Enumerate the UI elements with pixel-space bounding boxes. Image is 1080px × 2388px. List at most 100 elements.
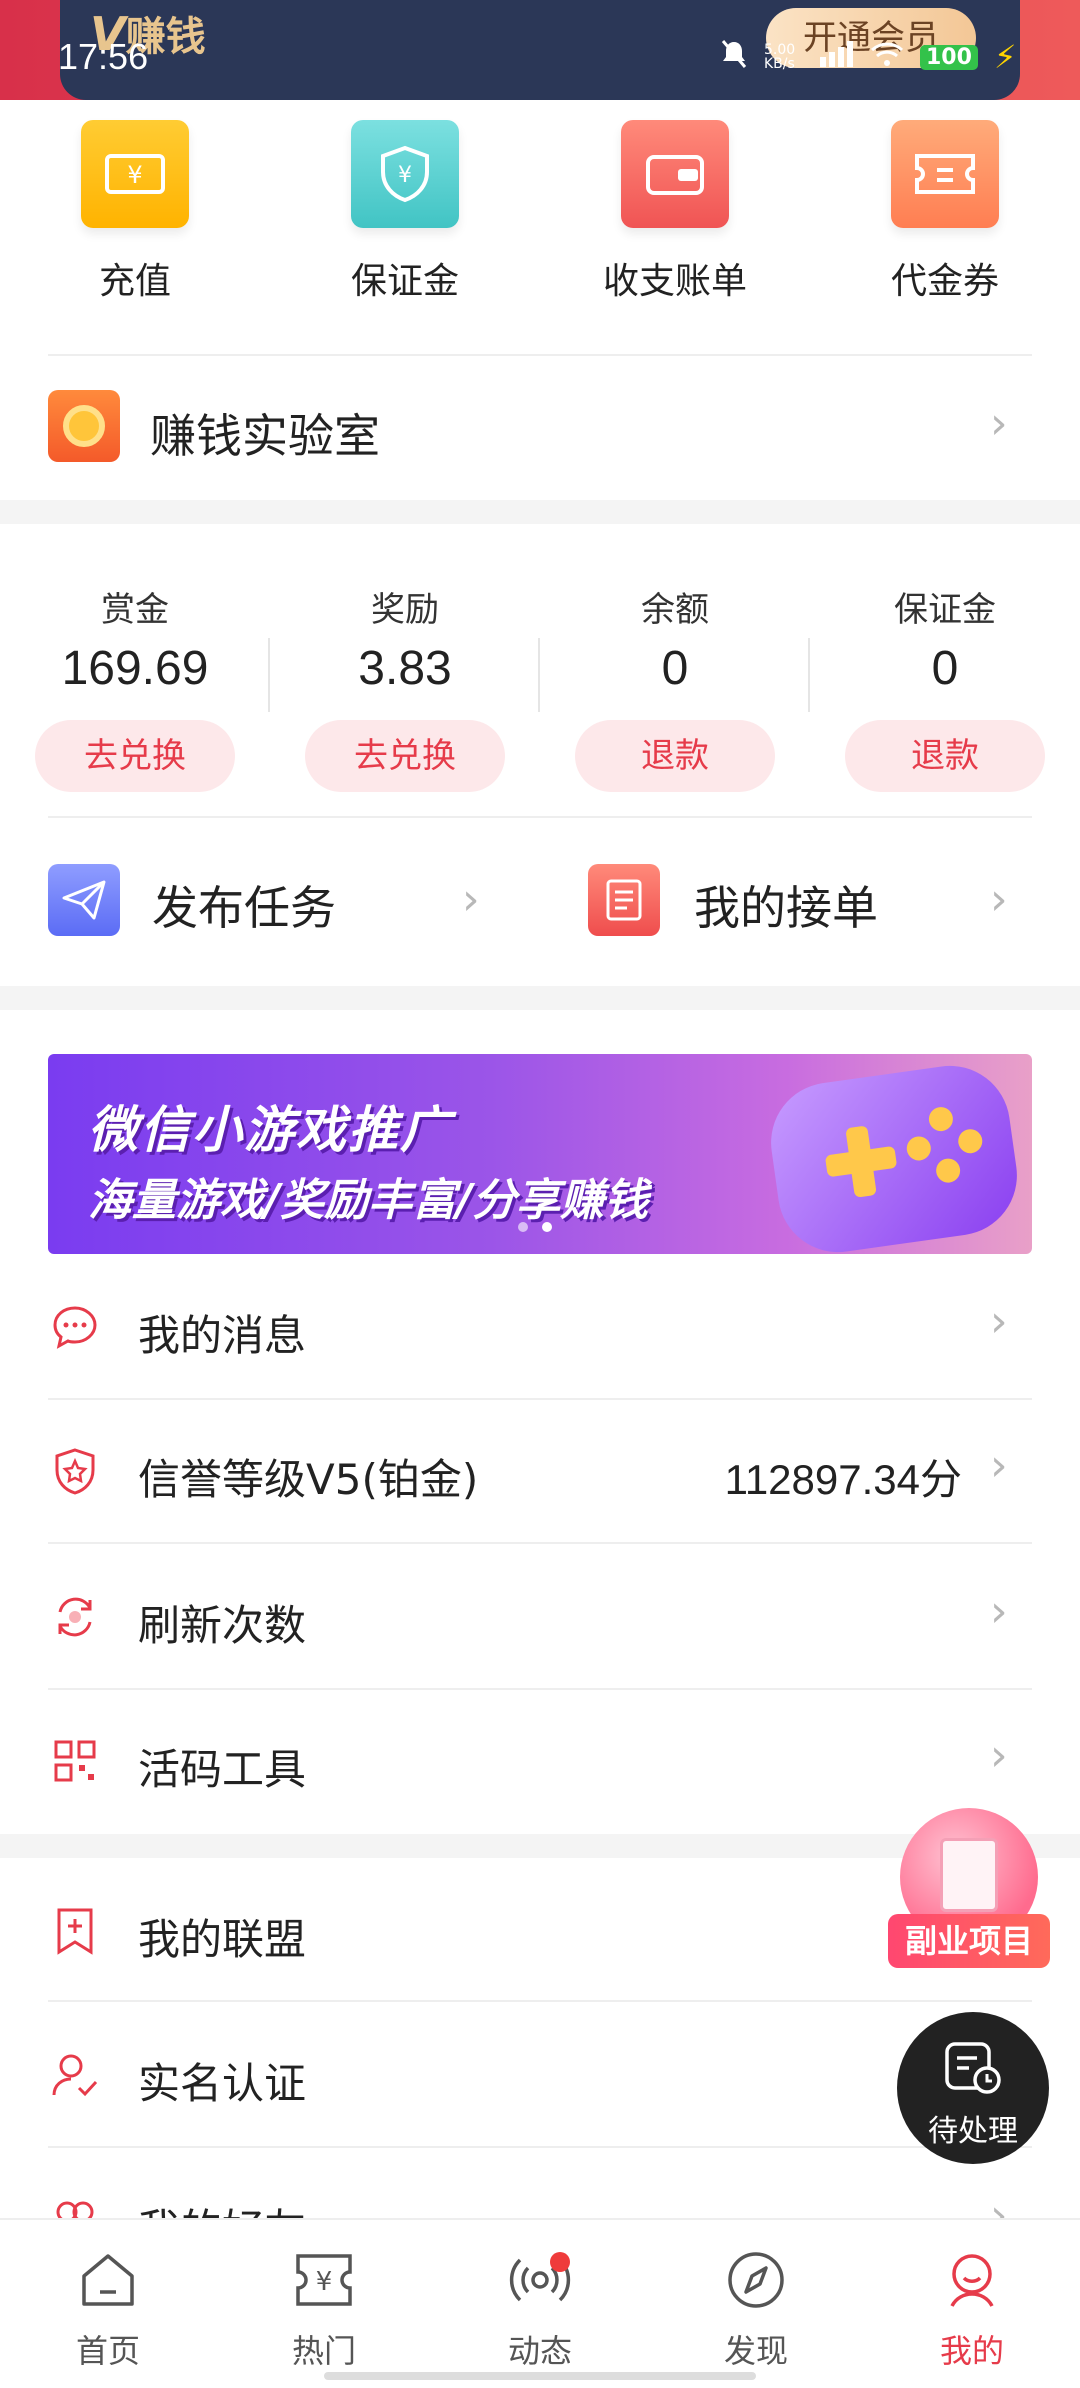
notification-dot bbox=[550, 2252, 570, 2272]
shield-yen-icon: ¥ bbox=[351, 120, 459, 228]
quick-bills-label: 收支账单 bbox=[602, 261, 747, 302]
wallet-icon bbox=[621, 120, 729, 228]
stat-label: 奖励 bbox=[371, 590, 439, 630]
divider bbox=[48, 1542, 1032, 1544]
chevron-right-icon: › bbox=[990, 398, 1008, 449]
nav-hot[interactable]: ¥ 热门 bbox=[216, 2220, 432, 2388]
chevron-right-icon: › bbox=[990, 874, 1008, 925]
menu-label: 活码工具 bbox=[138, 1745, 307, 1794]
divider bbox=[48, 2000, 1032, 2002]
stat-label: 赏金 bbox=[101, 590, 169, 630]
menu-label: 我的联盟 bbox=[138, 1915, 307, 1964]
nav-label: 发现 bbox=[723, 2332, 788, 2370]
quick-recharge[interactable]: ¥ 充值 bbox=[0, 120, 270, 320]
menu-label: 我的消息 bbox=[138, 1311, 307, 1360]
menu-refresh-count[interactable]: 刷新次数 › bbox=[0, 1546, 1080, 1690]
broadcast-icon bbox=[508, 2248, 572, 2312]
my-orders-label: 我的接单 bbox=[694, 881, 878, 935]
quick-deposit-label: 保证金 bbox=[350, 261, 459, 302]
chevron-right-icon: › bbox=[990, 1440, 1008, 1491]
stat-value: 0 bbox=[661, 642, 689, 695]
side-project-float[interactable]: 副业项目 bbox=[888, 1808, 1050, 1978]
net-speed: 5.00 KB/s bbox=[764, 42, 796, 72]
lab-label: 赚钱实验室 bbox=[150, 409, 380, 463]
stats-row: 赏金 169.69 去兑换 奖励 3.83 去兑换 余额 0 退款 保证金 0 … bbox=[0, 570, 1080, 792]
publish-task-label: 发布任务 bbox=[152, 881, 336, 935]
stat-value: 3.83 bbox=[358, 642, 452, 695]
battery-level: 100 bbox=[920, 44, 978, 70]
redeem-bounty-button[interactable]: 去兑换 bbox=[35, 720, 235, 792]
pending-label: 待处理 bbox=[928, 2114, 1018, 2149]
divider bbox=[48, 354, 1032, 356]
refresh-icon bbox=[50, 1592, 100, 1642]
lab-row[interactable]: 赚钱实验室 › bbox=[0, 358, 1080, 498]
coin-icon bbox=[48, 390, 120, 462]
checklist-icon bbox=[588, 864, 660, 936]
document-icon bbox=[940, 1838, 998, 1912]
bottom-nav: 首页 ¥ 热门 动态 发现 我的 bbox=[0, 2218, 1080, 2388]
divider bbox=[48, 2146, 1032, 2148]
stat-balance: 余额 0 退款 bbox=[540, 570, 810, 792]
chevron-right-icon: › bbox=[990, 1586, 1008, 1637]
svg-text:¥: ¥ bbox=[127, 161, 142, 189]
svg-text:¥: ¥ bbox=[316, 2267, 333, 2297]
nav-home[interactable]: 首页 bbox=[0, 2220, 216, 2388]
svg-text:¥: ¥ bbox=[398, 163, 412, 188]
chevron-right-icon: › bbox=[990, 1296, 1008, 1347]
quick-coupons-label: 代金券 bbox=[890, 261, 999, 302]
nav-discover[interactable]: 发现 bbox=[648, 2220, 864, 2388]
charging-icon: ⚡ bbox=[993, 38, 1017, 76]
banner-title: 微信小游戏推广 bbox=[88, 1101, 452, 1159]
credit-score: 112897.34分 bbox=[724, 1456, 962, 1503]
user-check-icon bbox=[50, 2050, 100, 2100]
quick-actions: ¥ 充值 ¥ 保证金 收支账单 代金券 bbox=[0, 120, 1080, 320]
menu-credit-level[interactable]: 信誉等级V5(铂金) 112897.34分 › bbox=[0, 1400, 1080, 1544]
section-gap bbox=[0, 500, 1080, 524]
yen-ticket-icon: ¥ bbox=[81, 120, 189, 228]
quick-bills[interactable]: 收支账单 bbox=[540, 120, 810, 320]
home-indicator[interactable] bbox=[324, 2372, 756, 2380]
nav-activity[interactable]: 动态 bbox=[432, 2220, 648, 2388]
paper-plane-icon bbox=[48, 864, 120, 936]
pending-float-button[interactable]: 待处理 bbox=[897, 2012, 1049, 2164]
stat-label: 保证金 bbox=[894, 590, 996, 630]
qrcode-icon bbox=[50, 1736, 100, 1786]
task-row: 发布任务 › 我的接单 › bbox=[0, 830, 1080, 970]
refund-deposit-button[interactable]: 退款 bbox=[845, 720, 1045, 792]
coupon-icon bbox=[891, 120, 999, 228]
home-icon bbox=[76, 2248, 140, 2312]
stat-deposit: 保证金 0 退款 bbox=[810, 570, 1080, 792]
status-icons: 5.00 KB/s 100 ⚡ bbox=[720, 38, 1016, 76]
chevron-right-icon: › bbox=[990, 1730, 1008, 1781]
signal-icon bbox=[820, 40, 854, 74]
message-icon bbox=[50, 1302, 100, 1352]
stat-reward: 奖励 3.83 去兑换 bbox=[270, 570, 540, 792]
side-project-label: 副业项目 bbox=[888, 1914, 1050, 1968]
profile-icon bbox=[940, 2248, 1004, 2312]
redeem-reward-button[interactable]: 去兑换 bbox=[305, 720, 505, 792]
gamepad-icon bbox=[763, 1058, 1025, 1254]
stat-label: 余额 bbox=[641, 590, 709, 630]
menu-label: 实名认证 bbox=[138, 2059, 307, 2108]
promo-banner[interactable]: 微信小游戏推广 海量游戏/奖励丰富/分享赚钱 bbox=[48, 1054, 1032, 1254]
nav-label: 动态 bbox=[507, 2332, 572, 2370]
pending-tasks-icon bbox=[943, 2040, 1003, 2100]
stat-value: 0 bbox=[931, 642, 959, 695]
status-time: 17:56 bbox=[58, 36, 149, 77]
menu-label: 信誉等级V5(铂金) bbox=[138, 1455, 479, 1504]
quick-deposit[interactable]: ¥ 保证金 bbox=[270, 120, 540, 320]
quick-coupons[interactable]: 代金券 bbox=[810, 120, 1080, 320]
shield-star-icon bbox=[50, 1446, 100, 1496]
refund-balance-button[interactable]: 退款 bbox=[575, 720, 775, 792]
publish-task-button[interactable]: 发布任务 › bbox=[0, 830, 520, 970]
stat-value: 169.69 bbox=[61, 642, 209, 695]
menu-messages[interactable]: 我的消息 › bbox=[0, 1256, 1080, 1400]
menu-label: 刷新次数 bbox=[138, 1601, 307, 1650]
divider bbox=[48, 816, 1032, 818]
nav-profile[interactable]: 我的 bbox=[864, 2220, 1080, 2388]
compass-icon bbox=[724, 2248, 788, 2312]
nav-label: 我的 bbox=[939, 2332, 1004, 2370]
my-orders-button[interactable]: 我的接单 › bbox=[540, 830, 1080, 970]
stat-bounty: 赏金 169.69 去兑换 bbox=[0, 570, 270, 792]
chevron-right-icon: › bbox=[462, 874, 480, 925]
